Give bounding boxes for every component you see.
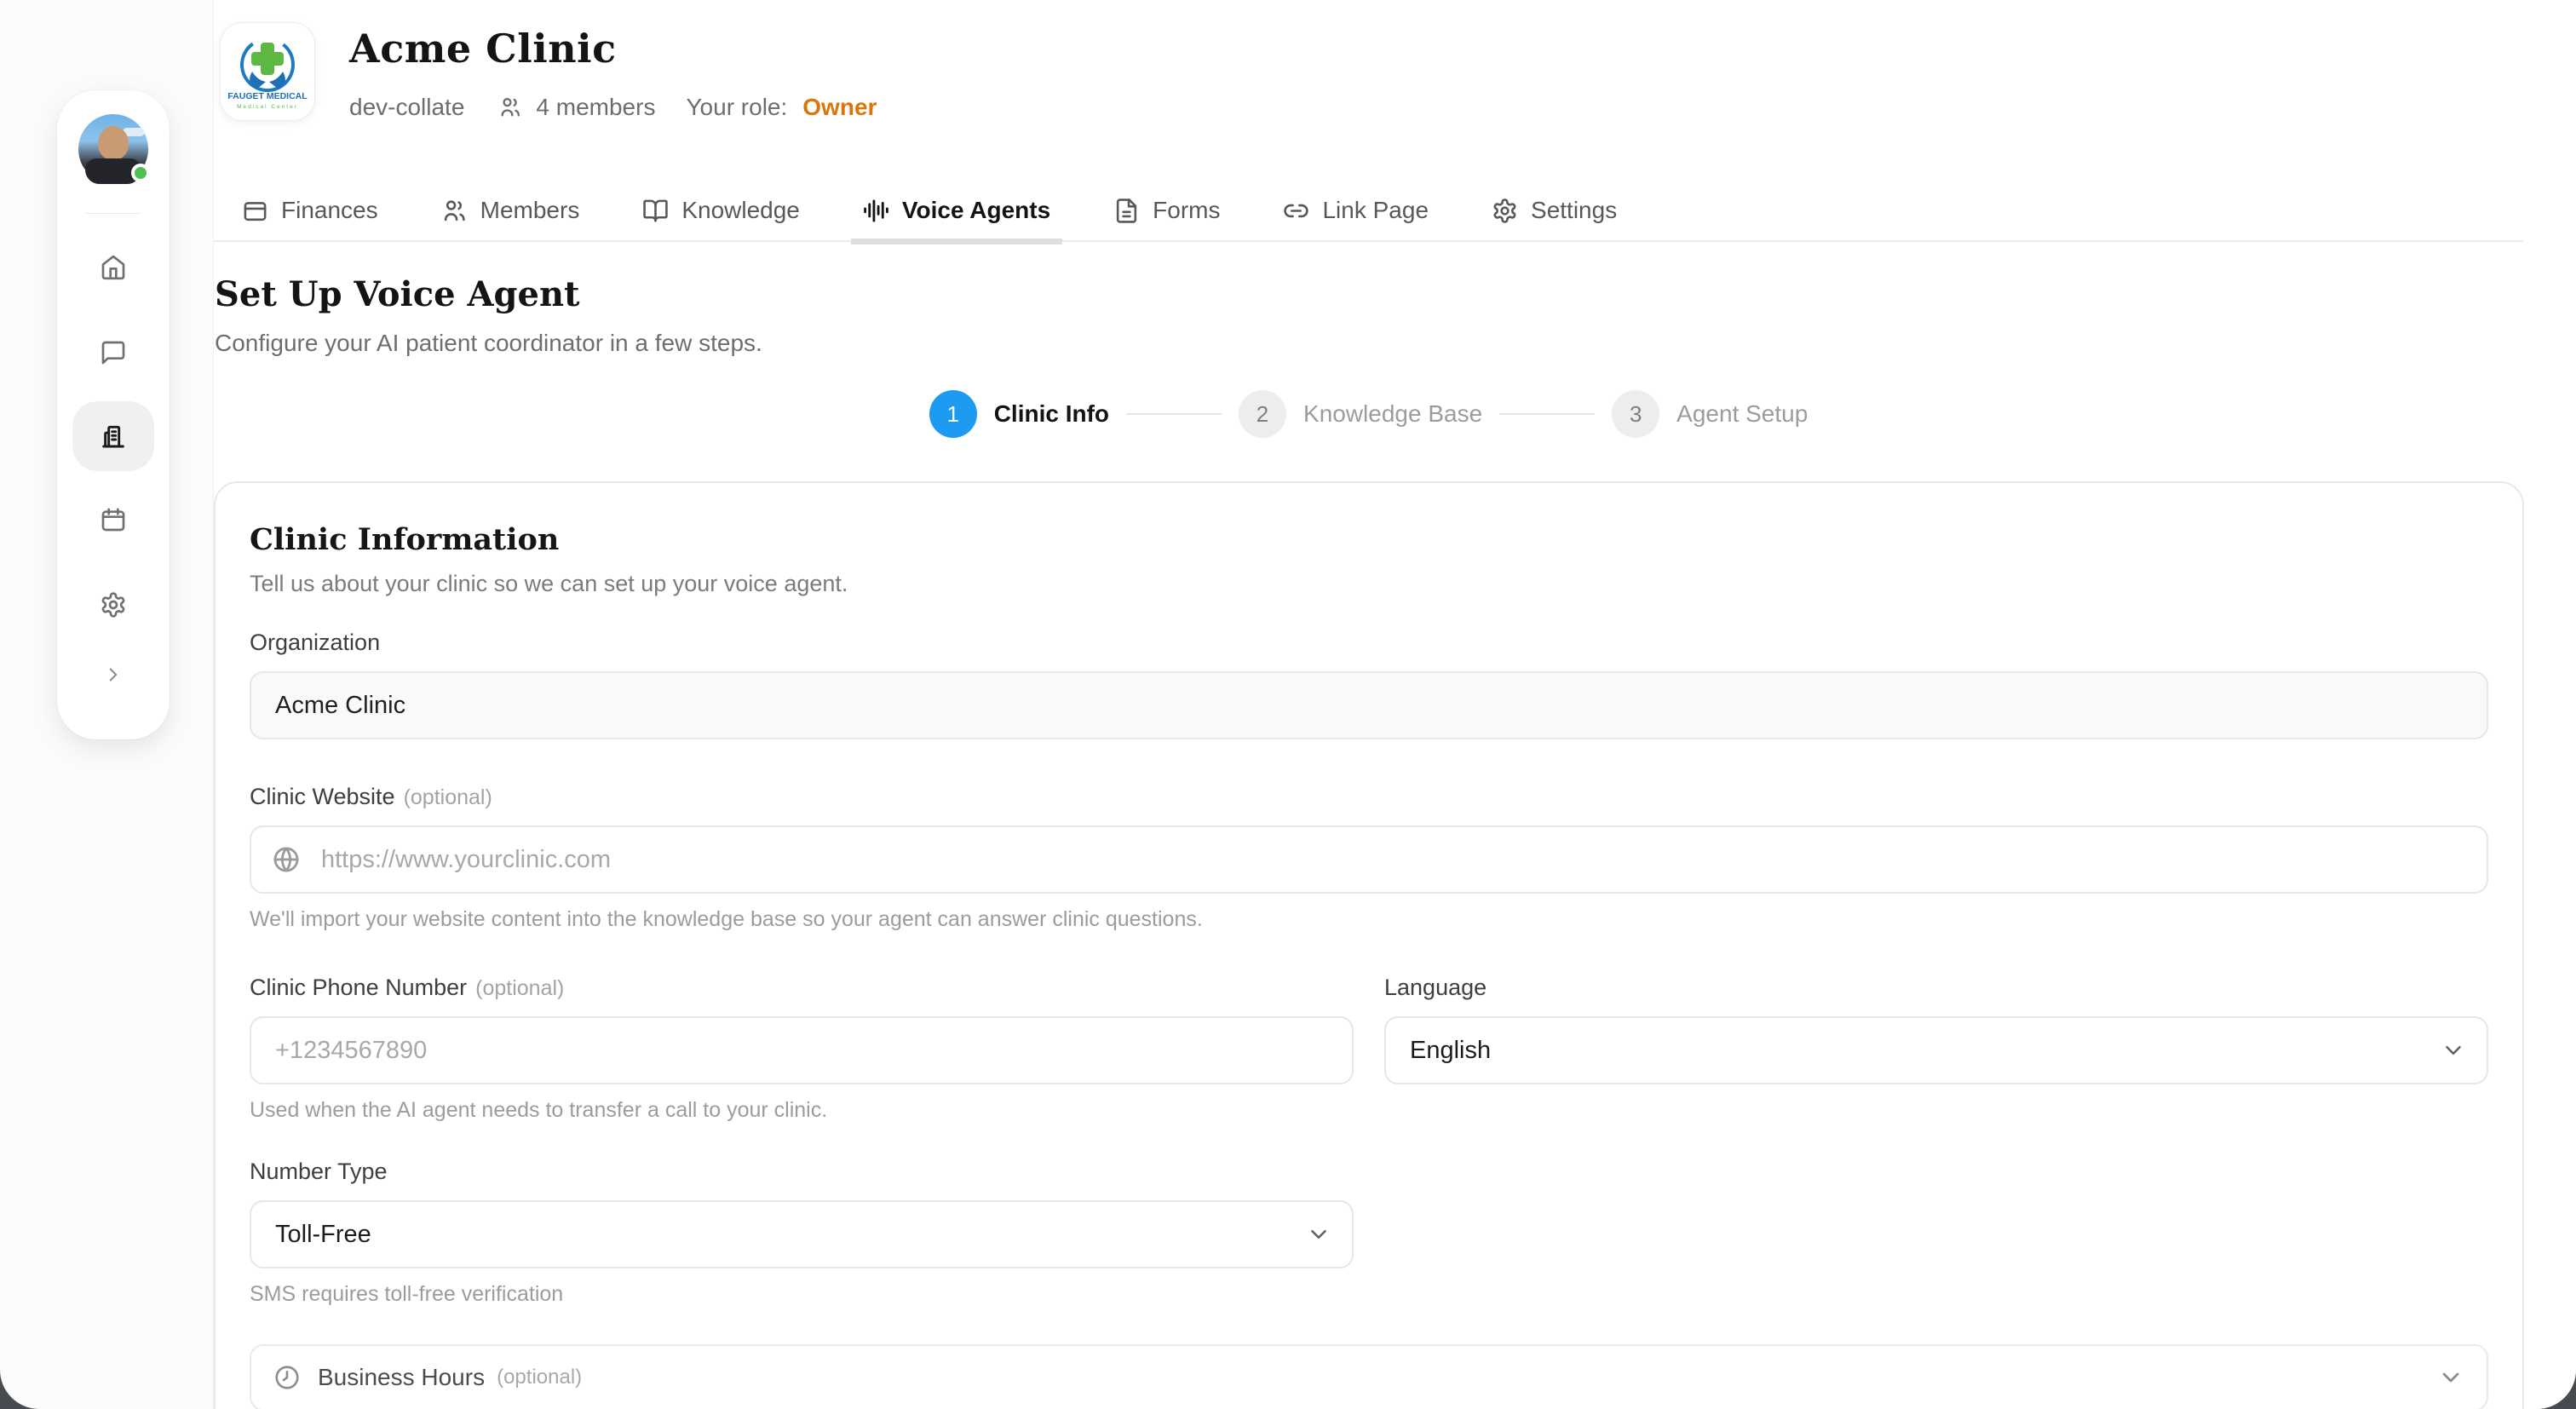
tab-link-page[interactable]: Link Page	[1283, 181, 1429, 240]
card-title: Clinic Information	[250, 522, 2488, 557]
clinic-logo: FAUGET MEDICAL Medical Center	[220, 22, 315, 121]
tab-finances[interactable]: Finances	[242, 181, 378, 240]
chevron-down-icon	[2441, 1038, 2466, 1063]
sidebar-item-messages[interactable]	[72, 316, 154, 389]
workspace-name: dev-collate	[349, 94, 464, 121]
floating-sidebar	[57, 90, 170, 739]
step-agent-setup[interactable]: 3 Agent Setup	[1612, 390, 1808, 438]
clinic-information-card: Clinic Information Tell us about your cl…	[214, 481, 2524, 1409]
tab-voice-agents[interactable]: Voice Agents	[863, 181, 1050, 240]
members-icon	[498, 95, 522, 119]
language-select[interactable]: English	[1384, 1016, 2488, 1084]
number-type-select[interactable]: Toll-Free	[250, 1200, 1354, 1268]
phone-helper: Used when the AI agent needs to transfer…	[250, 1098, 1354, 1123]
chevron-down-icon	[2437, 1364, 2464, 1391]
chevron-right-icon	[102, 664, 124, 686]
org-name: Acme Clinic	[349, 26, 877, 72]
main-content: FAUGET MEDICAL Medical Center Acme Clini…	[213, 0, 2576, 1409]
step-connector	[1126, 413, 1222, 415]
globe-icon	[272, 845, 301, 874]
step-knowledge-base[interactable]: 2 Knowledge Base	[1239, 390, 1482, 438]
org-header: FAUGET MEDICAL Medical Center Acme Clini…	[220, 22, 877, 121]
number-type-helper: SMS requires toll-free verification	[250, 1282, 1354, 1307]
svg-text:Medical Center: Medical Center	[237, 104, 298, 110]
sidebar-item-clinic[interactable]	[72, 401, 154, 471]
website-input[interactable]	[250, 825, 2488, 894]
page-subtitle: Configure your AI patient coordinator in…	[215, 330, 762, 357]
sidebar-item-home[interactable]	[72, 231, 154, 304]
app-window: FAUGET MEDICAL Medical Center Acme Clini…	[0, 0, 2576, 1409]
step-connector	[1499, 413, 1595, 415]
calendar-icon	[100, 506, 127, 533]
chat-icon	[100, 339, 127, 366]
link-page-icon	[1283, 198, 1309, 224]
website-label: Clinic Website(optional)	[250, 784, 2488, 810]
website-helper: We'll import your website content into t…	[250, 907, 2488, 932]
voice-agents-icon	[863, 198, 889, 224]
business-hours-label: Business Hours	[318, 1364, 485, 1391]
sidebar-item-settings[interactable]	[72, 568, 154, 641]
phone-input[interactable]	[250, 1016, 1354, 1084]
org-tabbar: Finances Members Knowledge Voice Agents	[214, 181, 2523, 242]
phone-label: Clinic Phone Number(optional)	[250, 975, 1354, 1001]
organization-label: Organization	[250, 630, 2488, 656]
setup-stepper: 1 Clinic Info 2 Knowledge Base 3 Agent S…	[214, 390, 2523, 438]
organization-input[interactable]	[250, 671, 2488, 739]
clock-icon	[273, 1364, 301, 1391]
members-count: 4 members	[536, 94, 655, 121]
number-type-label: Number Type	[250, 1159, 1354, 1185]
finances-icon	[242, 198, 268, 224]
business-hours-toggle[interactable]: Business Hours (optional)	[250, 1344, 2488, 1409]
step-clinic-info[interactable]: 1 Clinic Info	[929, 390, 1109, 438]
tab-knowledge[interactable]: Knowledge	[642, 181, 800, 240]
page-title: Set Up Voice Agent	[215, 274, 762, 314]
tab-forms[interactable]: Forms	[1113, 181, 1220, 240]
avatar[interactable]	[78, 114, 148, 184]
sidebar-item-calendar[interactable]	[72, 483, 154, 556]
card-subtitle: Tell us about your clinic so we can set …	[250, 571, 2488, 597]
forms-icon	[1113, 198, 1140, 224]
members-icon	[441, 198, 468, 224]
online-status-dot	[131, 164, 150, 182]
tab-settings[interactable]: Settings	[1492, 181, 1617, 240]
role-value: Owner	[802, 94, 877, 121]
role-label: Your role:	[686, 94, 787, 121]
clinic-building-icon	[100, 423, 127, 450]
language-label: Language	[1384, 975, 2488, 1001]
sidebar-expand-button[interactable]	[102, 664, 124, 690]
settings-icon	[100, 591, 127, 618]
chevron-down-icon	[1306, 1222, 1331, 1247]
knowledge-icon	[642, 198, 669, 224]
sidebar-divider	[85, 213, 141, 214]
tab-members[interactable]: Members	[441, 181, 580, 240]
settings-icon	[1492, 198, 1518, 224]
svg-text:FAUGET MEDICAL: FAUGET MEDICAL	[227, 91, 308, 101]
home-icon	[100, 254, 127, 281]
